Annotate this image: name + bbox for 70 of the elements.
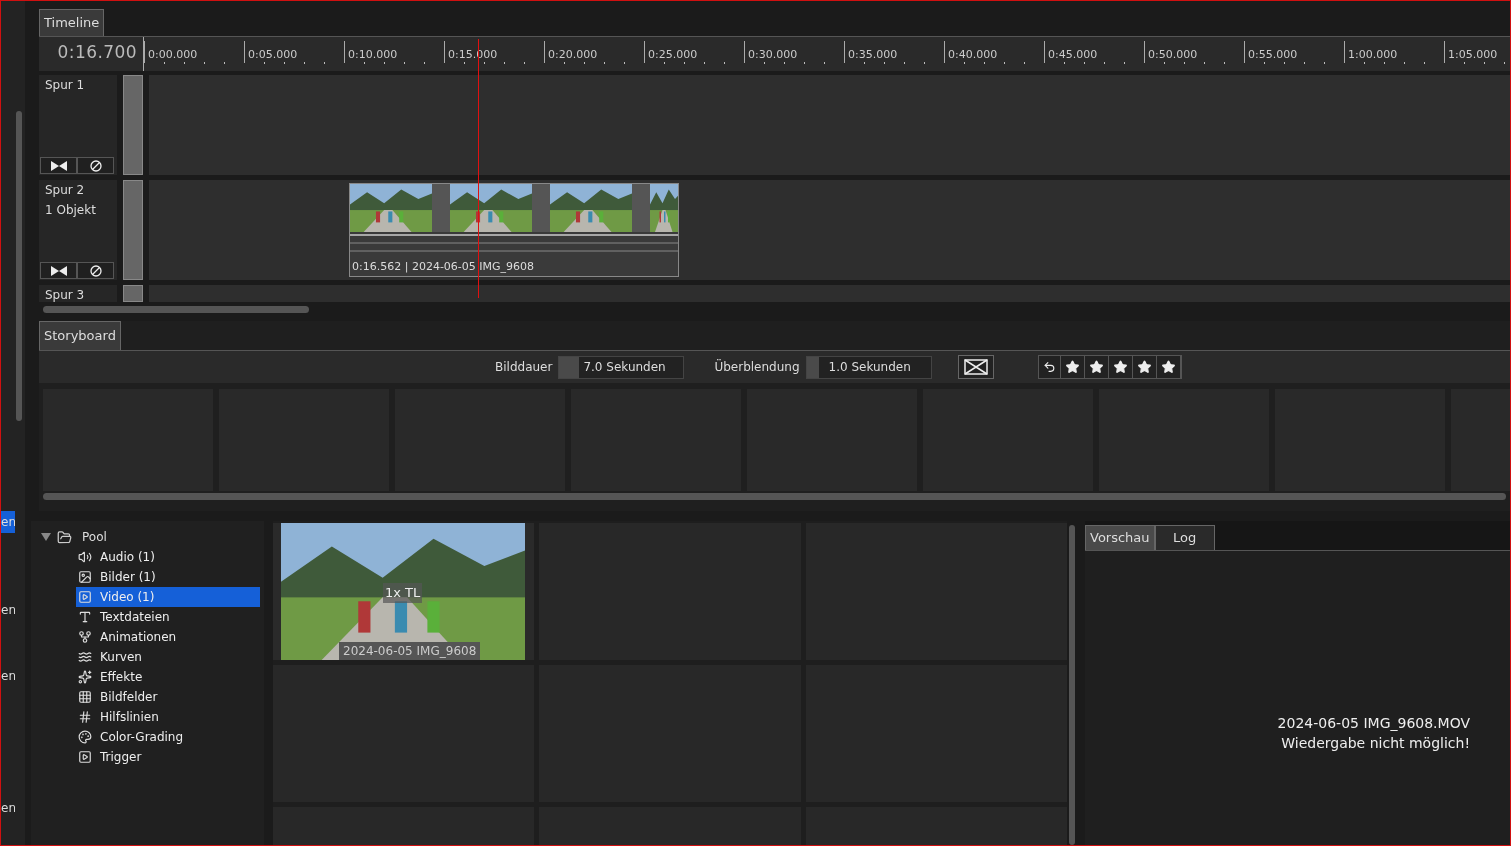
tree-item[interactable]: Trigger	[76, 747, 260, 767]
ruler-label: 1:00.000	[1347, 48, 1398, 61]
track-info: 1 Objekt	[45, 202, 97, 218]
prohibited-icon	[89, 159, 102, 172]
tree-item[interactable]: Hilfslinien	[76, 707, 260, 727]
track-name: Spur 3	[45, 287, 86, 303]
side-item[interactable]: en	[1, 511, 15, 533]
play-icon	[78, 590, 92, 604]
tree-item[interactable]: Kurven	[76, 647, 260, 667]
track-name: Spur 2	[45, 182, 86, 198]
tree-item[interactable]: Bilder (1)	[76, 567, 260, 587]
photo-placeholder	[650, 184, 678, 232]
timeline-tab[interactable]: Timeline	[39, 9, 105, 36]
tree-item[interactable]: Pool	[82, 528, 107, 546]
bowtie-icon	[50, 265, 67, 276]
waves-icon	[78, 650, 92, 664]
grid-icon	[78, 690, 92, 704]
hash-icon	[78, 710, 92, 724]
tree-item[interactable]: Effekte	[76, 667, 260, 687]
preview-tab[interactable]: Log	[1154, 525, 1215, 550]
clip-label: 0:16.562 | 2024-06-05 IMG_9608	[350, 258, 678, 276]
side-item[interactable]: en	[1, 599, 15, 621]
ruler-label: 0:50.000	[1147, 48, 1198, 61]
storyboard-tab[interactable]: Storyboard	[39, 321, 121, 350]
folder-icon	[57, 529, 72, 545]
duration-field[interactable]: 7.0 Sekunden	[558, 355, 685, 379]
ruler-label: 1:05.000	[1447, 48, 1498, 61]
media-badge: 1x TL	[383, 583, 423, 603]
crossed-box-icon	[963, 359, 988, 375]
video-clip[interactable]: 0:16.562 | 2024-06-05 IMG_9608	[349, 183, 679, 277]
speaker-icon	[78, 550, 92, 564]
media-tile[interactable]: 1x TL 2024-06-05 IMG_9608	[273, 523, 535, 660]
track-name: Spur 1	[45, 77, 86, 93]
preview-message: Wiedergabe nicht möglich!	[1281, 734, 1470, 753]
tree-item[interactable]: Animationen	[76, 627, 260, 647]
fork-icon	[78, 630, 92, 644]
ruler-label: 0:35.000	[847, 48, 898, 61]
duration-label: Bilddauer	[495, 359, 553, 376]
ruler-label: 0:10.000	[347, 48, 398, 61]
tree-item[interactable]: Audio (1)	[76, 547, 260, 567]
prohibited-icon	[89, 264, 102, 277]
sparkles-icon	[78, 670, 92, 684]
ruler-label: 0:55.000	[1247, 48, 1298, 61]
transition-label: Überblendung	[714, 358, 800, 376]
transition-field[interactable]: 1.0 Sekunden	[805, 355, 932, 379]
palette-icon	[78, 730, 92, 744]
tree-item[interactable]: Textdateien	[76, 607, 260, 627]
crossfade-button[interactable]	[957, 355, 994, 379]
bowtie-icon	[50, 160, 67, 171]
media-title: 2024-06-05 IMG_9608	[339, 642, 481, 660]
ruler-label: 0:30.000	[747, 48, 798, 61]
ruler-label: 0:25.000	[647, 48, 698, 61]
current-time: 0:16.700	[56, 41, 138, 64]
ruler-label: 0:00.000	[147, 48, 198, 61]
ruler-label: 0:20.000	[547, 48, 598, 61]
expand-arrow-icon[interactable]	[41, 532, 51, 542]
play-icon	[78, 750, 92, 764]
ruler-label: 0:45.000	[1047, 48, 1098, 61]
text-icon	[78, 610, 92, 624]
side-item[interactable]: en	[1, 797, 15, 819]
image-icon	[78, 570, 92, 584]
preview-message: 2024-06-05 IMG_9608.MOV	[1277, 714, 1470, 733]
ruler-label: 0:40.000	[947, 48, 998, 61]
tree-item[interactable]: Color-Grading	[76, 727, 260, 747]
track-level-bar	[123, 285, 143, 302]
side-item[interactable]: en	[1, 665, 15, 687]
ruler-label: 0:05.000	[247, 48, 298, 61]
preview-tab[interactable]: Vorschau	[1085, 525, 1155, 550]
tree-item[interactable]: Video (1)	[76, 587, 260, 607]
tree-item[interactable]: Bildfelder	[76, 687, 260, 707]
